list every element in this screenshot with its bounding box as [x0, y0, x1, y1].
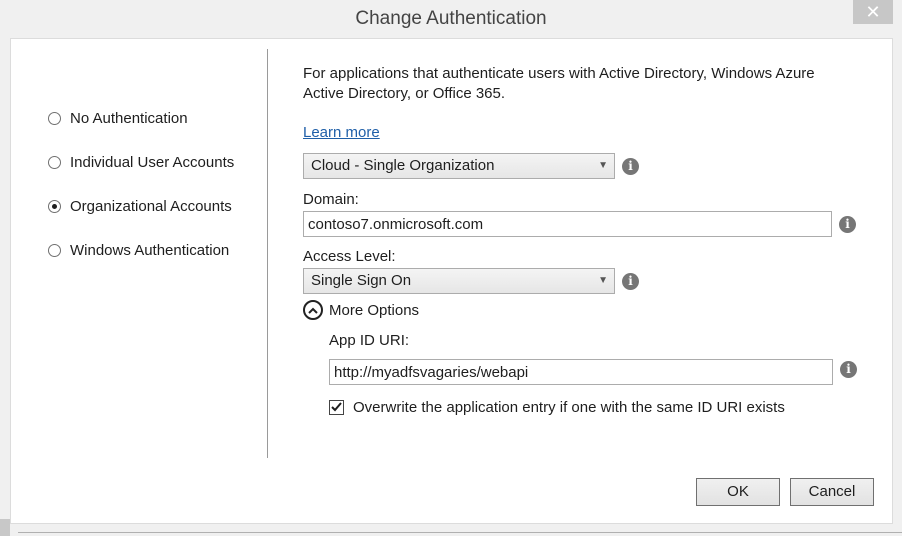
radio-no-authentication[interactable]: No Authentication — [48, 108, 188, 128]
info-icon[interactable]: i — [840, 361, 857, 378]
dialog-content: No Authentication Individual User Accoun… — [10, 38, 893, 524]
info-icon[interactable]: i — [622, 158, 639, 175]
domain-label: Domain: — [303, 191, 359, 208]
chevron-down-icon: ▼ — [598, 160, 608, 171]
radio-windows-authentication[interactable]: Windows Authentication — [48, 240, 229, 260]
radio-label: No Authentication — [70, 109, 188, 127]
radio-button[interactable] — [48, 111, 61, 125]
chevron-down-icon: ▼ — [598, 275, 608, 286]
radio-individual-user-accounts[interactable]: Individual User Accounts — [48, 152, 234, 172]
access-level-label: Access Level: — [303, 248, 396, 265]
cancel-button[interactable]: Cancel — [790, 478, 874, 506]
info-icon[interactable]: i — [839, 216, 856, 233]
vertical-divider — [267, 49, 268, 458]
radio-button[interactable] — [48, 243, 61, 257]
chevron-up-icon[interactable] — [303, 300, 323, 320]
domain-input[interactable] — [303, 211, 832, 237]
checkmark-icon — [331, 402, 342, 412]
overwrite-label: Overwrite the application entry if one w… — [353, 398, 785, 416]
close-icon: ✕ — [865, 2, 881, 22]
app-id-uri-input[interactable] — [329, 359, 833, 385]
learn-more-link[interactable]: Learn more — [303, 124, 380, 141]
bottom-border — [18, 532, 902, 533]
more-options-label: More Options — [329, 301, 420, 319]
info-icon[interactable]: i — [622, 273, 639, 290]
overwrite-option[interactable]: Overwrite the application entry if one w… — [329, 397, 785, 417]
radio-label: Individual User Accounts — [70, 153, 235, 171]
background-window-edge — [0, 519, 10, 536]
close-button[interactable]: ✕ — [853, 0, 893, 24]
dialog-title: Change Authentication — [355, 8, 547, 29]
app-id-uri-label: App ID URI: — [329, 332, 410, 349]
description-text: For applications that authenticate users… — [303, 65, 815, 102]
title-bar: Change Authentication ✕ — [0, 0, 902, 38]
access-level-value: Single Sign On — [311, 272, 412, 289]
radio-button[interactable] — [48, 155, 61, 169]
radio-organizational-accounts[interactable]: Organizational Accounts — [48, 196, 232, 216]
org-type-select[interactable]: Cloud - Single Organization ▼ — [303, 153, 615, 179]
radio-label: Windows Authentication — [70, 241, 230, 259]
more-options-toggle[interactable]: More Options — [303, 299, 419, 321]
radio-label: Organizational Accounts — [70, 197, 232, 215]
access-level-select[interactable]: Single Sign On ▼ — [303, 268, 615, 294]
change-authentication-dialog: Change Authentication ✕ No Authenticatio… — [0, 0, 902, 536]
radio-button-selected[interactable] — [48, 199, 61, 213]
org-type-value: Cloud - Single Organization — [311, 157, 495, 174]
ok-button[interactable]: OK — [696, 478, 780, 506]
overwrite-checkbox[interactable] — [329, 399, 344, 415]
